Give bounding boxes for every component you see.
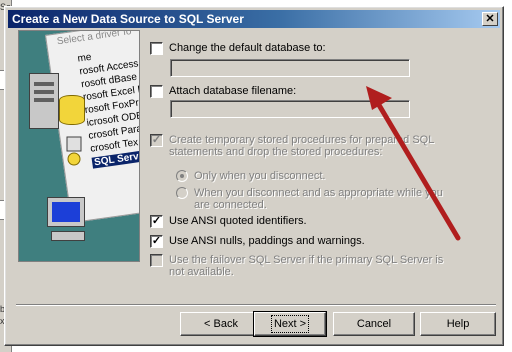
temp-stored-procs-checkbox[interactable]: ✓ — [150, 134, 163, 147]
change-default-db-checkbox[interactable] — [150, 42, 163, 55]
ansi-nulls-label: Use ANSI nulls, paddings and warnings. — [169, 235, 365, 247]
button-separator — [16, 304, 496, 306]
cancel-button-label: Cancel — [356, 318, 392, 330]
radio-disconnect-and-appropriate[interactable]: When you disconnect and as appropriate w… — [176, 187, 454, 211]
attach-db-label: Attach database filename: — [169, 85, 297, 97]
title-bar: Create a New Data Source to SQL Server ✕ — [8, 10, 500, 28]
close-icon: ✕ — [485, 13, 495, 25]
failover-label: Use the failover SQL Server if the prima… — [169, 254, 444, 278]
temp-stored-procs-option[interactable]: ✓ Create temporary stored procedures for… — [150, 134, 459, 158]
cancel-button[interactable]: Cancel — [333, 312, 415, 336]
ansi-quoted-option[interactable]: ✓ Use ANSI quoted identifiers. — [150, 215, 307, 228]
next-button[interactable]: Next > — [253, 311, 327, 337]
failover-option[interactable]: Use the failover SQL Server if the prima… — [150, 254, 459, 278]
help-button-label: Help — [446, 318, 470, 330]
default-database-field[interactable] — [170, 59, 410, 77]
disconnect-appropriate-label: When you disconnect and as appropriate w… — [194, 187, 443, 211]
database-filename-field[interactable] — [170, 100, 410, 118]
wizard-illustration: Select a driver fo me rosoft Access I ro… — [18, 30, 140, 262]
dialog-title: Create a New Data Source to SQL Server — [12, 12, 244, 26]
ansi-quoted-label: Use ANSI quoted identifiers. — [169, 215, 307, 227]
back-button-label: < Back — [204, 318, 238, 330]
driver-list-graphic: Select a driver fo me rosoft Access I ro… — [45, 30, 139, 224]
connector-icon — [66, 136, 82, 166]
computer-icon — [47, 197, 91, 253]
ansi-nulls-checkbox[interactable]: ✓ — [150, 235, 163, 248]
help-button[interactable]: Help — [420, 312, 496, 336]
ansi-quoted-checkbox[interactable]: ✓ — [150, 215, 163, 228]
ansi-nulls-option[interactable]: ✓ Use ANSI nulls, paddings and warnings. — [150, 235, 365, 248]
attach-db-option[interactable]: Attach database filename: — [150, 85, 296, 98]
next-button-label: Next > — [270, 315, 310, 333]
disconnect-appropriate-radio[interactable] — [176, 187, 188, 199]
close-button[interactable]: ✕ — [482, 12, 498, 26]
server-icon — [29, 73, 59, 129]
change-default-db-option[interactable]: Change the default database to: — [150, 42, 326, 55]
driver-list-title: Select a driver fo — [56, 30, 133, 48]
failover-checkbox[interactable] — [150, 254, 163, 267]
driver-item: me — [76, 51, 93, 65]
temp-stored-procs-label: Create temporary stored procedures for p… — [169, 134, 434, 158]
radio-only-disconnect[interactable]: Only when you disconnect. — [176, 170, 325, 182]
only-disconnect-radio[interactable] — [176, 170, 188, 182]
attach-db-checkbox[interactable] — [150, 85, 163, 98]
only-disconnect-label: Only when you disconnect. — [194, 170, 326, 182]
change-default-db-label: Change the default database to: — [169, 42, 326, 54]
database-icon — [59, 95, 85, 125]
back-button[interactable]: < Back — [180, 312, 262, 336]
